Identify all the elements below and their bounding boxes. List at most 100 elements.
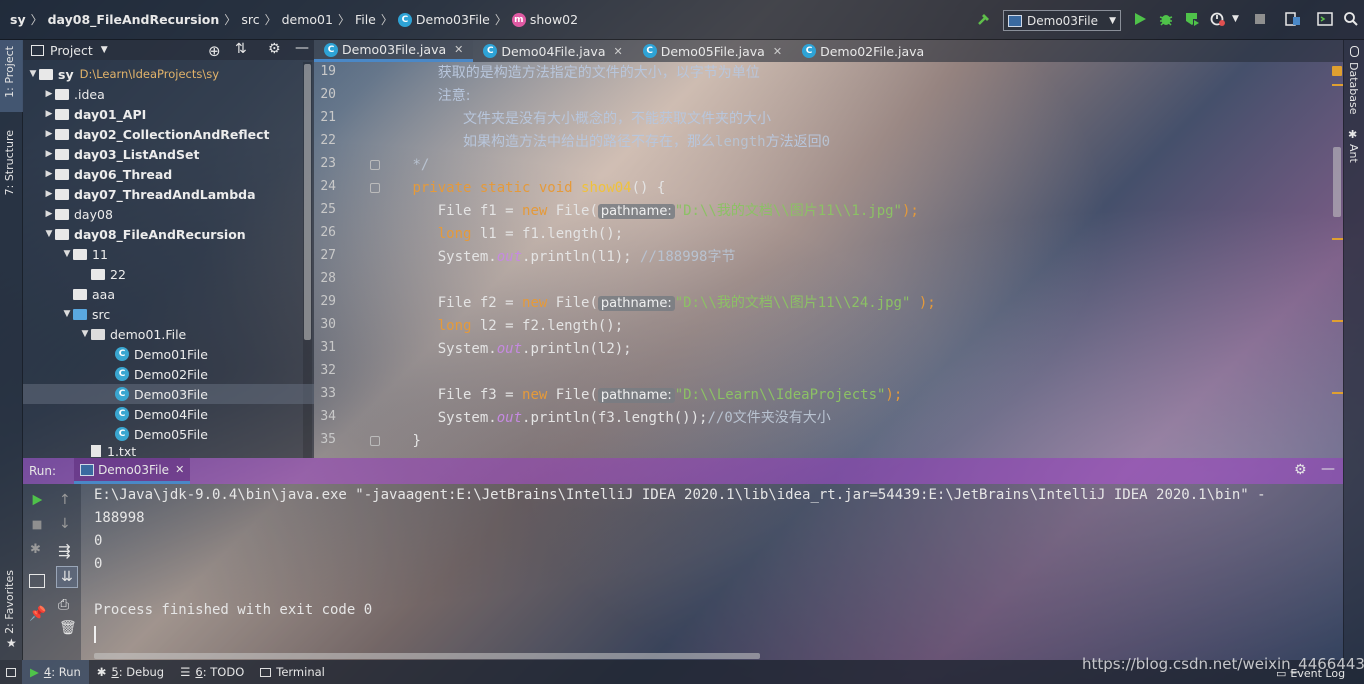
run-configuration-select[interactable]: Demo03File ▼ bbox=[1003, 10, 1121, 31]
parameter-hint: pathname: bbox=[597, 204, 675, 219]
code-line-24: private static void show04() { bbox=[412, 180, 666, 196]
tree-item-day03[interactable]: ▶ day03_ListAndSet bbox=[43, 144, 200, 164]
chevron-down-icon[interactable]: ▼ bbox=[1232, 14, 1239, 24]
tab-demo05file[interactable]: C Demo05File.java ✕ bbox=[633, 40, 792, 62]
coverage-icon[interactable] bbox=[1184, 11, 1200, 27]
console-horizontal-scrollbar[interactable] bbox=[94, 653, 760, 659]
tool-tab-run[interactable]: ▶ 4: Run bbox=[22, 660, 89, 684]
crumb-src[interactable]: src bbox=[238, 0, 262, 40]
close-icon[interactable]: ✕ bbox=[175, 463, 184, 476]
crumb-package[interactable]: demo01 bbox=[279, 0, 336, 40]
arrow-up-icon[interactable]: ↑ bbox=[59, 492, 71, 508]
tree-item-11[interactable]: ▼ 11 bbox=[61, 244, 108, 264]
rerun-icon[interactable] bbox=[30, 493, 44, 507]
error-stripe[interactable] bbox=[1330, 62, 1343, 458]
gear-icon[interactable]: ⚙ bbox=[268, 41, 281, 57]
arrow-down-icon[interactable]: ↓ bbox=[59, 516, 71, 532]
console-line: E:\Java\jdk-9.0.4\bin\java.exe "-javaage… bbox=[94, 487, 1266, 503]
tool-tab-todo[interactable]: ☰ 6: TODO bbox=[172, 660, 252, 684]
tree-item-package[interactable]: ▼ demo01.File bbox=[79, 324, 187, 344]
warning-marker[interactable] bbox=[1332, 320, 1343, 322]
print-icon[interactable]: ⎙ bbox=[58, 597, 69, 613]
tree-item-day08-file-and-recursion[interactable]: ▼ day08_FileAndRecursion bbox=[43, 224, 246, 244]
tree-item-aaa[interactable]: aaa bbox=[61, 284, 115, 304]
tool-tab-favorites[interactable]: 2: Favorites bbox=[3, 570, 16, 634]
method-icon: m bbox=[511, 12, 526, 27]
tab-demo04file[interactable]: C Demo04File.java ✕ bbox=[473, 40, 632, 62]
stop-icon[interactable] bbox=[1252, 11, 1268, 27]
fold-marker-icon[interactable] bbox=[370, 160, 380, 170]
tree-item-22[interactable]: 22 bbox=[79, 264, 126, 284]
fold-marker-icon[interactable] bbox=[370, 436, 380, 446]
project-structure-icon[interactable] bbox=[1285, 11, 1301, 27]
search-everywhere-icon[interactable] bbox=[1343, 11, 1359, 27]
tree-item-demo02file[interactable]: C Demo02File bbox=[115, 364, 208, 384]
tree-item-day06[interactable]: ▶ day06_Thread bbox=[43, 164, 173, 184]
minimize-icon[interactable]: — bbox=[295, 40, 309, 56]
soft-wrap-icon[interactable]: ⇶ bbox=[58, 542, 71, 560]
close-icon[interactable]: ✕ bbox=[773, 45, 782, 58]
tree-item-demo05file[interactable]: C Demo05File bbox=[115, 424, 208, 444]
run-tab-demo03file[interactable]: Demo03File ✕ bbox=[74, 458, 191, 484]
panel-toggle-icon[interactable] bbox=[0, 660, 22, 684]
project-scrollbar-thumb[interactable] bbox=[304, 64, 311, 340]
warning-marker[interactable] bbox=[1332, 392, 1343, 394]
tree-item-day01[interactable]: ▶ day01_API bbox=[43, 104, 147, 124]
code-editor[interactable]: 获取的是构造方法指定的文件的大小，以字节为单位 注意: 文件夹是没有大小概念的，… bbox=[404, 62, 1332, 458]
tree-item-demo01file[interactable]: C Demo01File bbox=[115, 344, 208, 364]
code-line-31: System.out.println(l2); bbox=[437, 341, 632, 357]
warning-marker[interactable] bbox=[1332, 84, 1343, 86]
editor-scrollbar-thumb[interactable] bbox=[1333, 147, 1341, 217]
crumb-method[interactable]: m show02 bbox=[509, 0, 581, 40]
console-output[interactable]: E:\Java\jdk-9.0.4\bin\java.exe "-javaage… bbox=[81, 484, 1343, 660]
tree-item-day07[interactable]: ▶ day07_ThreadAndLambda bbox=[43, 184, 256, 204]
tool-tab-database[interactable]: Database bbox=[1347, 62, 1360, 115]
collapse-all-icon[interactable]: ⇅ bbox=[235, 41, 247, 57]
stop-icon[interactable] bbox=[30, 518, 44, 532]
crumb-subpackage[interactable]: File bbox=[352, 0, 379, 40]
tree-item-demo04file[interactable]: C Demo04File bbox=[115, 404, 208, 424]
tree-item-idea[interactable]: ▶ .idea bbox=[43, 84, 105, 104]
watermark-text: https://blog.csdn.net/weixin_44664432 bbox=[1082, 655, 1364, 673]
pin-icon[interactable]: 📌 bbox=[29, 606, 46, 622]
minimize-icon[interactable]: — bbox=[1321, 461, 1335, 477]
tree-item-demo03file[interactable]: C Demo03File bbox=[23, 384, 314, 404]
chevron-down-icon[interactable]: ▼ bbox=[101, 45, 108, 55]
close-icon[interactable]: ✕ bbox=[614, 45, 623, 58]
warning-status-icon[interactable] bbox=[1332, 66, 1342, 76]
tree-item-1txt[interactable]: 1.txt bbox=[79, 444, 136, 458]
debug-icon[interactable] bbox=[1158, 11, 1174, 27]
trash-icon[interactable]: 🗑 bbox=[59, 620, 77, 636]
locate-target-icon[interactable]: ⊕ bbox=[208, 42, 221, 60]
tree-item-day02[interactable]: ▶ day02_CollectionAndReflect bbox=[43, 124, 270, 144]
scroll-to-end-icon[interactable]: ⇊ bbox=[56, 566, 78, 588]
bug-icon[interactable]: ✱ bbox=[30, 542, 41, 557]
line-number: 19 bbox=[320, 64, 336, 79]
tab-demo03file[interactable]: C Demo03File.java ✕ bbox=[314, 40, 474, 62]
crumb-project[interactable]: sy bbox=[0, 0, 29, 40]
warning-marker[interactable] bbox=[1332, 238, 1343, 240]
run-icon[interactable] bbox=[1132, 11, 1148, 27]
tab-demo02file[interactable]: C Demo02File.java bbox=[792, 40, 934, 62]
terminal-window-icon[interactable] bbox=[1317, 11, 1333, 27]
gear-icon[interactable]: ⚙ bbox=[1294, 462, 1307, 478]
tool-tab-structure[interactable]: 7: Structure bbox=[3, 130, 16, 195]
expanded-arrow-icon: ▼ bbox=[29, 69, 37, 79]
tool-tab-ant[interactable]: Ant bbox=[1347, 144, 1360, 163]
tree-item-day08[interactable]: ▶ day08 bbox=[43, 204, 113, 224]
project-view-title[interactable]: Project bbox=[50, 43, 93, 58]
tree-item-sy[interactable]: ▼ sy D:\Learn\IdeaProjects\sy bbox=[27, 64, 220, 84]
profiler-icon[interactable] bbox=[1210, 11, 1226, 27]
tool-tab-debug[interactable]: ✱ 5: Debug bbox=[89, 660, 172, 684]
class-icon: C bbox=[483, 44, 498, 58]
tool-tab-terminal[interactable]: Terminal bbox=[252, 660, 333, 684]
fold-marker-icon[interactable] bbox=[370, 183, 380, 193]
close-icon[interactable]: ✕ bbox=[454, 43, 463, 56]
layout-icon[interactable] bbox=[29, 574, 45, 588]
folder-icon bbox=[73, 248, 87, 260]
tool-tab-project[interactable]: 1: Project bbox=[3, 46, 16, 98]
tree-item-src[interactable]: ▼ src bbox=[61, 304, 111, 324]
crumb-module[interactable]: day08_FileAndRecursion bbox=[45, 0, 223, 40]
build-hammer-icon[interactable] bbox=[976, 11, 992, 27]
crumb-class[interactable]: C Demo03File bbox=[395, 0, 493, 40]
